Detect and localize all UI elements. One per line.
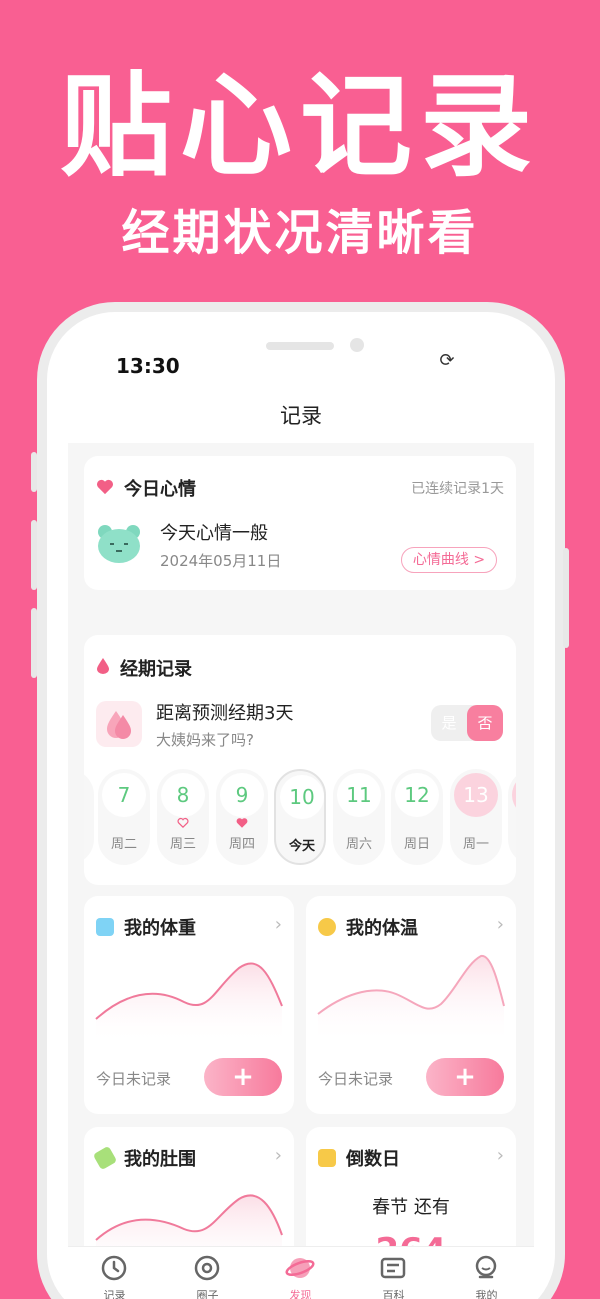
weight-card[interactable]: 我的体重 › 今日未记录 + [84,896,294,1114]
day-week: 今天 [288,839,315,854]
tab-label: 百科 [382,1289,405,1299]
day-week: 周二 [110,837,137,852]
tab-label: 我的 [475,1289,498,1299]
add-temperature-button[interactable]: + [426,1058,504,1096]
phone-side-button [563,548,569,648]
period-question: 大姨妈来了吗? [156,731,254,749]
promo-subheadline: 经期状况清晰看 [121,205,479,261]
chevron-right-icon[interactable]: › [497,1145,504,1166]
tab-label: 发现 [289,1289,312,1299]
waist-card-title: 我的肚围 [124,1149,196,1170]
planet-icon [285,1258,315,1278]
phone-side-button [31,520,37,590]
temperature-card[interactable]: 我的体温 › 今日未记录 + [306,896,516,1114]
day-number: 7 [102,773,146,817]
toggle-no[interactable]: 否 [467,705,503,741]
bear-face-icon [98,525,140,563]
chevron-right-icon[interactable]: › [275,914,282,935]
mood-streak: 已连续记录1天 [411,481,504,497]
day-number: 8 [161,773,205,817]
mood-text: 今天心情一般 [160,523,268,544]
temperature-card-title: 我的体温 [346,918,418,939]
period-prediction: 距离预测经期3天 [156,703,294,724]
mood-card-title: 今日心情 [124,479,196,500]
day-item[interactable] [508,769,516,865]
tape-measure-icon [92,1145,118,1171]
mood-curve-button[interactable]: 心情曲线 > [401,547,497,573]
period-card: 经期记录 距离预测经期3天 大姨妈来了吗? 是 否 7 周二 8 周三 9 周四… [84,635,516,885]
day-item[interactable]: 12 周日 [391,769,443,865]
day-number: 13 [454,773,498,817]
tab-label: 圈子 [196,1289,219,1299]
day-item[interactable]: 8 周三 [157,769,209,865]
period-drop-icon [96,701,142,747]
day-item[interactable] [84,769,94,865]
weight-trend-chart [95,962,283,1044]
add-weight-button[interactable]: + [204,1058,282,1096]
phone-speaker [266,342,334,350]
countdown-event: 春节 还有 [372,1197,450,1218]
tab-circle[interactable]: 圈子 [161,1247,254,1299]
tab-label: 记录 [103,1289,126,1299]
day-item[interactable]: 11 周六 [333,769,385,865]
history-icon [101,1255,127,1281]
promo-headline: 贴心记录 [60,62,540,192]
heart-outline-icon [177,817,189,829]
tab-encyclopedia[interactable]: 百科 [347,1247,440,1299]
day-week: 周四 [228,837,255,852]
weight-card-title: 我的体重 [124,918,196,939]
day-week: 周日 [403,837,430,852]
page-title: 记录 [280,404,322,428]
chevron-right-icon[interactable]: › [275,1145,282,1166]
day-number: 11 [337,773,381,817]
weight-icon [96,918,114,936]
tab-discover[interactable]: 发现 [254,1247,347,1299]
day-item[interactable]: 13 周一 [450,769,502,865]
phone-side-button [31,452,37,492]
calendar-icon [318,1149,336,1167]
sync-icon[interactable]: ⟳ [436,350,458,372]
circle-icon [194,1255,220,1281]
day-item[interactable]: 9 周四 [216,769,268,865]
day-number-partial [512,773,516,817]
day-week: 周六 [345,837,372,852]
day-strip[interactable]: 7 周二 8 周三 9 周四 10 今天 11 周六 12 周日 13 周一 [84,769,516,869]
period-toggle[interactable]: 是 否 [431,705,503,741]
toggle-yes[interactable]: 是 [431,705,467,741]
day-number: 10 [280,775,324,819]
temperature-no-record: 今日未记录 [318,1070,394,1088]
day-item-today[interactable]: 10 今天 [274,769,326,865]
main-content: 今日心情 已连续记录1天 今天心情一般 2024年05月11日 心情曲线 > 经… [68,443,534,1299]
phone-screen: 13:30 ⟳ 记录 今日心情 已连续记录1天 今天心情一般 2024年05月1… [68,312,534,1299]
weight-no-record: 今日未记录 [96,1070,172,1088]
temperature-trend-chart [317,955,505,1044]
mood-card[interactable]: 今日心情 已连续记录1天 今天心情一般 2024年05月11日 心情曲线 > [84,456,516,590]
tab-record[interactable]: 记录 [68,1247,161,1299]
mood-date: 2024年05月11日 [160,552,282,570]
day-week: 周一 [462,837,489,852]
day-number: 9 [220,773,264,817]
day-number: 12 [395,773,439,817]
status-time: 13:30 [116,354,180,378]
heart-icon [97,479,113,495]
profile-icon [475,1255,497,1279]
phone-camera [350,338,364,352]
phone-side-button [31,608,37,678]
period-card-title: 经期记录 [120,659,192,680]
book-icon [380,1257,406,1279]
chevron-right-icon[interactable]: › [497,914,504,935]
heart-filled-icon [236,818,248,828]
day-item[interactable]: 7 周二 [98,769,150,865]
bottom-tab-bar: 记录 圈子 发现 百科 我的 [68,1246,534,1299]
drop-icon [97,658,109,674]
countdown-card-title: 倒数日 [346,1149,400,1170]
day-week: 周三 [169,837,196,852]
tab-mine[interactable]: 我的 [440,1247,533,1299]
temperature-icon [318,918,336,936]
